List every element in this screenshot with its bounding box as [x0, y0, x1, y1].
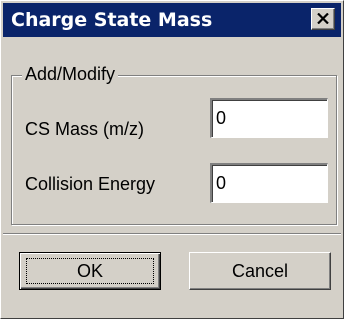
- cs-mass-input[interactable]: [210, 98, 328, 138]
- collision-energy-label: Collision Energy: [25, 174, 156, 194]
- close-icon: [317, 13, 329, 24]
- cs-mass-label: CS Mass (m/z): [25, 119, 144, 139]
- ok-button[interactable]: OK: [19, 252, 161, 290]
- cancel-button[interactable]: Cancel: [189, 252, 331, 290]
- ok-button-label: OK: [76, 261, 103, 281]
- window-title: Charge State Mass: [11, 9, 213, 31]
- collision-energy-input[interactable]: [210, 163, 328, 203]
- close-button[interactable]: [311, 8, 335, 30]
- group-title: Add/Modify: [22, 63, 119, 85]
- title-bar[interactable]: Charge State Mass: [3, 3, 341, 37]
- charge-state-mass-dialog: Charge State Mass Add/Modify CS Mass (m/…: [0, 0, 344, 319]
- button-separator: [3, 233, 341, 235]
